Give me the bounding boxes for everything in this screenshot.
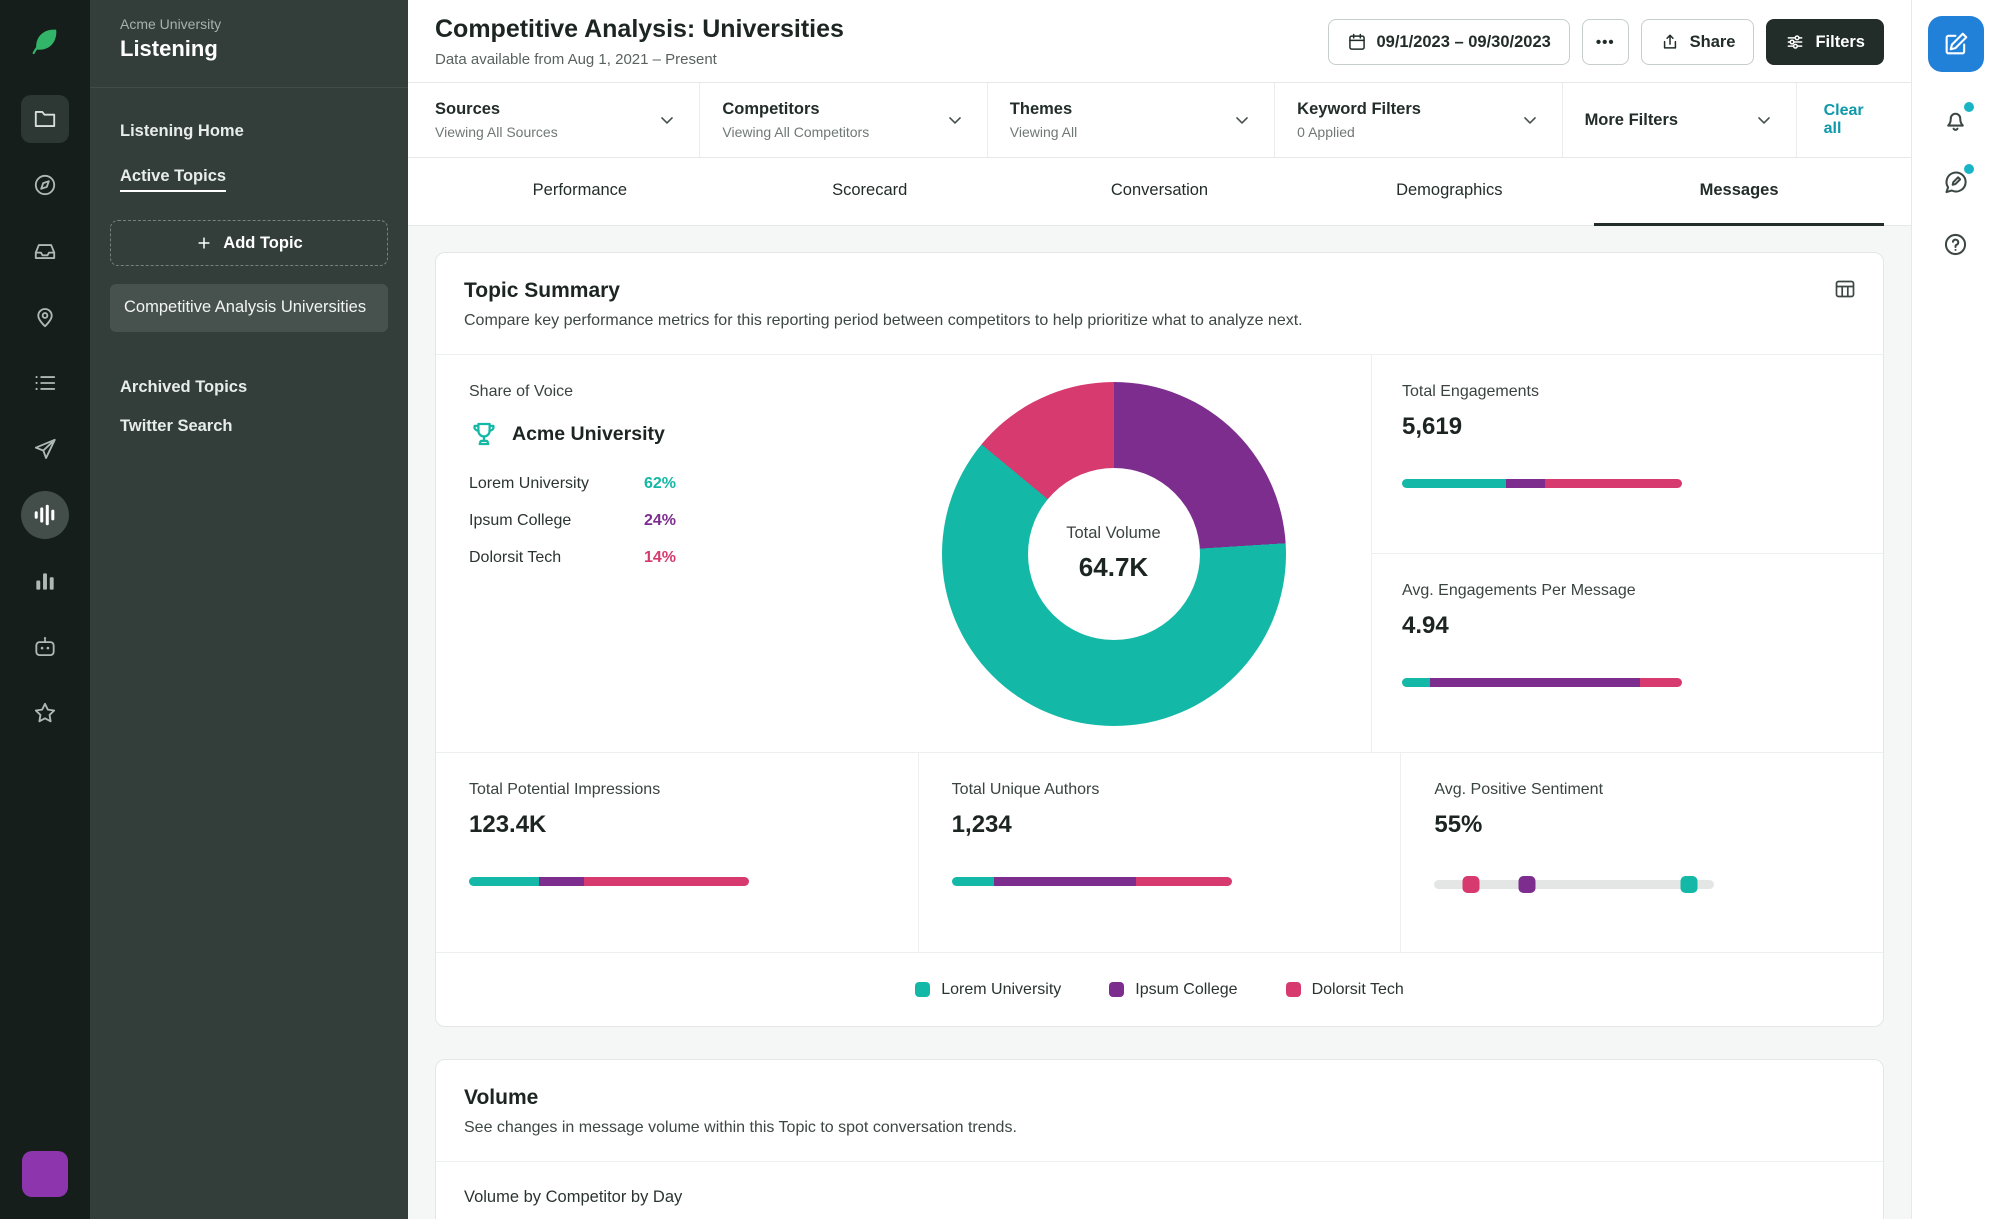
share-icon (1660, 32, 1680, 52)
chevron-down-icon (1754, 110, 1774, 130)
share-of-voice-donut-chart: Total Volume 64.7K (942, 382, 1286, 726)
report-tabs: Performance Scorecard Conversation Demog… (408, 158, 1911, 226)
help-icon[interactable] (1934, 222, 1978, 266)
calendar-icon (1347, 32, 1367, 52)
inbox-icon[interactable] (21, 227, 69, 275)
org-name: Acme University (120, 16, 378, 32)
total-engagements-metric: Total Engagements 5,619 (1372, 355, 1883, 553)
ellipsis-icon: ••• (1596, 34, 1615, 51)
share-of-voice-row: Ipsum College 24% (469, 512, 856, 530)
legend-swatch (915, 982, 930, 997)
filters-button[interactable]: Filters (1766, 19, 1884, 65)
filter-sliders-icon (1785, 32, 1805, 52)
volume-card: Volume See changes in message volume wit… (435, 1059, 1884, 1219)
share-of-voice-leader: Acme University (512, 423, 665, 446)
card-title: Topic Summary (464, 279, 1855, 303)
sidebar-item-active-topics[interactable]: Active Topics (110, 157, 388, 196)
publish-send-icon[interactable] (21, 425, 69, 473)
avg-engagements-stacked-bar (1402, 678, 1682, 687)
plus-icon (195, 234, 213, 252)
main-area: Competitive Analysis: Universities Data … (408, 0, 1911, 1219)
sidebar-item-listening-home[interactable]: Listening Home (110, 112, 388, 151)
filter-sources[interactable]: SourcesViewing All Sources (408, 83, 700, 157)
app-icon-rail (0, 0, 90, 1219)
more-options-button[interactable]: ••• (1582, 19, 1629, 65)
impressions-stacked-bar (469, 877, 749, 886)
share-button[interactable]: Share (1641, 19, 1755, 65)
tab-demographics[interactable]: Demographics (1304, 158, 1594, 226)
notifications-bell-icon[interactable] (1934, 98, 1978, 142)
tab-conversation[interactable]: Conversation (1015, 158, 1305, 226)
share-of-voice-row: Dolorsit Tech 14% (469, 549, 856, 567)
legend-item: Lorem University (915, 981, 1061, 999)
folders-icon[interactable] (21, 95, 69, 143)
positive-sentiment-metric: Avg. Positive Sentiment 55% (1400, 753, 1883, 952)
donut-center-value: 64.7K (1079, 552, 1148, 583)
filter-more-filters[interactable]: More Filters (1563, 83, 1797, 157)
sidebar-header: Acme University Listening (90, 0, 408, 88)
total-impressions-metric: Total Potential Impressions 123.4K (436, 753, 918, 952)
report-content: Topic Summary Compare key performance me… (408, 226, 1911, 1219)
chevron-down-icon (657, 110, 677, 130)
topic-summary-card: Topic Summary Compare key performance me… (435, 252, 1884, 1027)
page-title: Competitive Analysis: Universities (435, 15, 844, 44)
chart-legend: Lorem University Ipsum College Dolorsit … (436, 952, 1883, 1026)
engagements-stacked-bar (1402, 479, 1682, 488)
pin-icon[interactable] (21, 293, 69, 341)
filter-keyword-filters[interactable]: Keyword Filters0 Applied (1275, 83, 1562, 157)
legend-swatch (1286, 982, 1301, 997)
chevron-down-icon (1520, 110, 1540, 130)
topic-item-selected[interactable]: Competitive Analysis Universities (110, 284, 388, 332)
legend-item: Dolorsit Tech (1286, 981, 1404, 999)
volume-description: See changes in message volume within thi… (464, 1119, 1855, 1137)
app-title: Listening (120, 36, 378, 62)
clear-all-filters-link[interactable]: Clear all (1797, 83, 1911, 157)
reports-chart-icon[interactable] (21, 557, 69, 605)
authors-stacked-bar (952, 877, 1232, 886)
utility-rail (1911, 0, 1999, 1219)
feedback-icon[interactable] (1934, 160, 1978, 204)
avg-engagements-metric: Avg. Engagements Per Message 4.94 (1372, 553, 1883, 752)
page-header: Competitive Analysis: Universities Data … (408, 0, 1911, 82)
compose-pencil-icon (1942, 30, 1970, 58)
unique-authors-metric: Total Unique Authors 1,234 (918, 753, 1401, 952)
page-subtitle: Data available from Aug 1, 2021 – Presen… (435, 51, 844, 68)
donut-center-label: Total Volume (1066, 524, 1160, 543)
share-of-voice-panel: Share of Voice Acme University Lorem Uni… (436, 355, 856, 752)
workspace-avatar[interactable] (22, 1151, 68, 1197)
tab-messages[interactable]: Messages (1594, 158, 1884, 226)
share-of-voice-label: Share of Voice (469, 383, 856, 401)
legend-item: Ipsum College (1109, 981, 1237, 999)
volume-title: Volume (464, 1086, 1855, 1110)
share-of-voice-row: Lorem University 62% (469, 475, 856, 493)
bot-icon[interactable] (21, 623, 69, 671)
tab-scorecard[interactable]: Scorecard (725, 158, 1015, 226)
star-icon[interactable] (21, 689, 69, 737)
compose-button[interactable] (1928, 16, 1984, 72)
filter-themes[interactable]: ThemesViewing All (988, 83, 1275, 157)
filter-bar: SourcesViewing All Sources CompetitorsVi… (408, 82, 1911, 158)
sentiment-slider (1434, 880, 1714, 889)
sprout-logo-icon[interactable] (22, 18, 68, 64)
tab-performance[interactable]: Performance (435, 158, 725, 226)
tasks-list-icon[interactable] (21, 359, 69, 407)
date-range-button[interactable]: 09/1/2023 – 09/30/2023 (1328, 19, 1570, 65)
listening-icon[interactable] (21, 491, 69, 539)
card-description: Compare key performance metrics for this… (464, 312, 1855, 330)
sidebar-item-archived-topics[interactable]: Archived Topics (110, 368, 388, 407)
chevron-down-icon (945, 110, 965, 130)
sidebar-item-twitter-search[interactable]: Twitter Search (110, 407, 388, 446)
feedback-badge (1964, 164, 1974, 174)
listening-sidebar: Acme University Listening Listening Home… (90, 0, 408, 1219)
table-view-icon[interactable] (1833, 277, 1857, 301)
add-topic-button[interactable]: Add Topic (110, 220, 388, 266)
filter-competitors[interactable]: CompetitorsViewing All Competitors (700, 83, 987, 157)
trophy-icon (469, 419, 499, 449)
notification-badge (1964, 102, 1974, 112)
legend-swatch (1109, 982, 1124, 997)
volume-chart-label: Volume by Competitor by Day (436, 1162, 1883, 1219)
compass-icon[interactable] (21, 161, 69, 209)
chevron-down-icon (1232, 110, 1252, 130)
